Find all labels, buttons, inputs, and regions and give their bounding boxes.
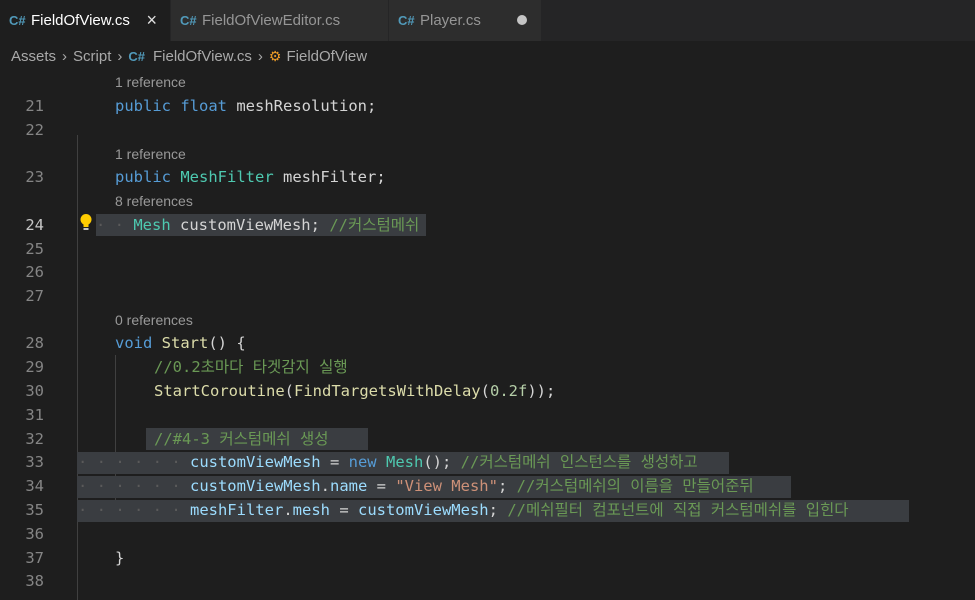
- code-line: //#4-3 커스텀메쉬 생성: [154, 430, 329, 448]
- codelens-references[interactable]: 0 references: [115, 310, 193, 330]
- chevron-right-icon: ›: [117, 47, 123, 65]
- code-line: public float meshResolution;: [115, 97, 377, 115]
- line-number: 23: [25, 168, 44, 186]
- line-number: 33: [25, 453, 44, 471]
- line-number: 37: [25, 549, 44, 567]
- tab-label: Player.cs: [420, 12, 481, 29]
- close-icon[interactable]: ×: [146, 10, 157, 31]
- line-number: 30: [25, 382, 44, 400]
- line-number: 21: [25, 97, 44, 115]
- tab-bar: C# FieldOfView.cs × C# FieldOfViewEditor…: [0, 0, 975, 41]
- breadcrumb-script[interactable]: Script: [73, 48, 111, 65]
- tab-fieldofvieweditor[interactable]: C# FieldOfViewEditor.cs: [171, 0, 388, 41]
- lightbulb-icon[interactable]: [79, 213, 93, 231]
- line-number: 27: [25, 287, 44, 305]
- unsaved-dot-icon[interactable]: [517, 15, 527, 25]
- chevron-right-icon: ›: [257, 47, 263, 65]
- line-number: 24: [25, 216, 44, 234]
- line-number: 31: [25, 406, 44, 424]
- csharp-icon: C#: [398, 13, 415, 28]
- tab-label: FieldOfView.cs: [31, 12, 130, 29]
- class-icon: ⚙: [268, 47, 282, 64]
- tab-fieldofview[interactable]: C# FieldOfView.cs ×: [0, 0, 170, 41]
- line-number: 29: [25, 358, 44, 376]
- indent-guide: [77, 135, 78, 600]
- codelens-references[interactable]: 1 reference: [115, 72, 186, 92]
- line-number: 28: [25, 334, 44, 352]
- breadcrumb: Assets › Script › C# FieldOfView.cs › ⚙ …: [0, 41, 975, 71]
- csharp-icon: C#: [128, 48, 145, 64]
- code-line: · · Mesh customViewMesh; //커스텀메쉬: [96, 216, 420, 234]
- breadcrumb-assets[interactable]: Assets: [11, 48, 56, 65]
- csharp-icon: C#: [9, 13, 26, 28]
- code-line: · · · · · · meshFilter.mesh = customView…: [78, 501, 849, 519]
- chevron-right-icon: ›: [62, 47, 68, 65]
- line-number: 38: [25, 572, 44, 590]
- breadcrumb-file[interactable]: FieldOfView.cs: [153, 48, 252, 65]
- code-line: · · · · · · customViewMesh = new Mesh();…: [78, 453, 698, 471]
- code-line: StartCoroutine(FindTargetsWithDelay(0.2f…: [154, 382, 556, 400]
- code-line: void Start() {: [115, 334, 246, 352]
- tab-label: FieldOfViewEditor.cs: [202, 12, 341, 29]
- code-line: }: [115, 549, 125, 567]
- line-number: 22: [25, 121, 44, 139]
- code-editor[interactable]: 1 reference 1 reference 8 references 0 r…: [0, 71, 975, 600]
- line-number: 26: [25, 263, 44, 281]
- line-number: 34: [25, 477, 44, 495]
- line-number: 32: [25, 430, 44, 448]
- codelens-references[interactable]: 8 references: [115, 191, 193, 211]
- breadcrumb-class[interactable]: FieldOfView: [286, 48, 367, 65]
- code-line: public MeshFilter meshFilter;: [115, 168, 386, 186]
- line-number: 35: [25, 501, 44, 519]
- line-number: 36: [25, 525, 44, 543]
- csharp-icon: C#: [180, 13, 197, 28]
- tab-player[interactable]: C# Player.cs: [389, 0, 541, 41]
- code-line: · · · · · · customViewMesh.name = "View …: [78, 477, 754, 495]
- code-line: //0.2초마다 타겟감지 실행: [154, 358, 348, 376]
- line-number: 25: [25, 240, 44, 258]
- codelens-references[interactable]: 1 reference: [115, 144, 186, 164]
